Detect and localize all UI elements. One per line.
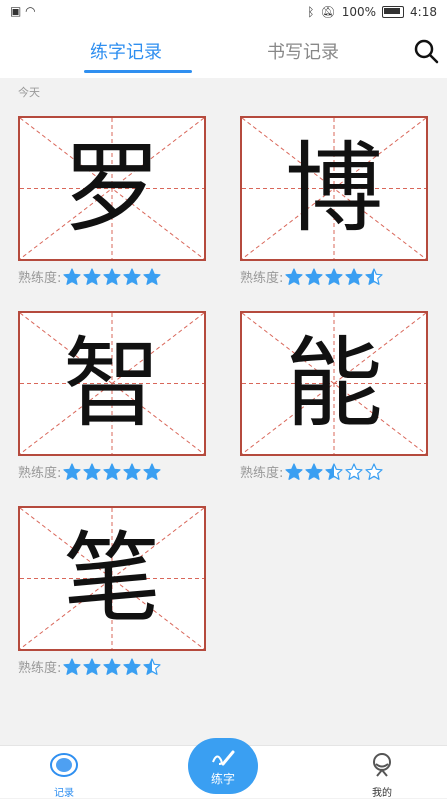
character-glyph: 智 — [62, 326, 161, 441]
notification-icon: ▣ — [10, 4, 22, 18]
practice-button-label: 练字 — [210, 772, 235, 786]
star-full-icon — [103, 267, 121, 285]
nav-records[interactable]: 记录 — [34, 752, 94, 799]
practice-button[interactable]: 练字 — [188, 738, 258, 794]
star-full-icon — [63, 462, 81, 480]
nav-me[interactable]: 我的 — [352, 752, 412, 799]
proficiency-row: 熟练度: — [18, 657, 161, 676]
star-full-icon — [305, 267, 323, 285]
star-full-icon — [83, 657, 101, 675]
battery-icon — [382, 6, 405, 18]
star-full-icon — [83, 462, 101, 480]
character-card[interactable]: 智 — [18, 311, 206, 456]
star-full-icon — [123, 462, 141, 480]
star-half-icon — [143, 657, 161, 675]
tab-writing-records[interactable]: 书写记录 — [267, 38, 339, 64]
star-empty-icon — [345, 462, 363, 480]
star-full-icon — [83, 267, 101, 285]
star-rating — [63, 657, 161, 676]
character-glyph: 罗 — [62, 131, 161, 246]
star-full-icon — [285, 462, 303, 480]
proficiency-label: 熟练度: — [240, 466, 284, 481]
search-icon[interactable] — [413, 38, 439, 64]
proficiency-row: 熟练度: — [240, 267, 383, 286]
character-card[interactable]: 博 — [240, 116, 428, 261]
battery-percent: 100% — [341, 5, 377, 19]
top-tab-bar: 练字记录 书写记录 — [0, 26, 447, 78]
character-glyph: 笔 — [62, 521, 161, 636]
star-rating — [285, 462, 383, 481]
bluetooth-icon: ᛒ — [307, 5, 315, 19]
status-left-icons: ▣ ◠ — [10, 4, 36, 18]
tab-active-indicator — [84, 70, 192, 73]
star-full-icon — [103, 657, 121, 675]
character-glyph: 博 — [284, 131, 383, 246]
clock: 4:18 — [410, 5, 437, 19]
star-half-icon — [325, 462, 343, 480]
star-full-icon — [63, 267, 81, 285]
proficiency-label: 熟练度: — [18, 271, 62, 286]
star-full-icon — [143, 267, 161, 285]
star-full-icon — [63, 657, 81, 675]
section-date-label: 今天 — [18, 86, 40, 99]
star-empty-icon — [365, 462, 383, 480]
character-card[interactable]: 罗 — [18, 116, 206, 261]
proficiency-row: 熟练度: — [18, 462, 161, 481]
star-full-icon — [143, 462, 161, 480]
star-full-icon — [345, 267, 363, 285]
star-full-icon — [103, 462, 121, 480]
wifi-icon: ◠ — [25, 4, 36, 18]
star-rating — [285, 267, 383, 286]
user-icon — [373, 753, 391, 777]
status-right: ᛒ 🔕︎ 100% 4:18 — [307, 5, 437, 19]
character-card[interactable]: 笔 — [18, 506, 206, 651]
star-rating — [63, 267, 161, 286]
star-rating — [63, 462, 161, 481]
star-full-icon — [305, 462, 323, 480]
proficiency-label: 熟练度: — [240, 271, 284, 286]
status-bar: ▣ ◠ ᛒ 🔕︎ 100% 4:18 — [0, 0, 447, 26]
character-glyph: 能 — [284, 326, 383, 441]
star-full-icon — [123, 267, 141, 285]
tab-practice-records[interactable]: 练字记录 — [90, 38, 162, 64]
star-half-icon — [365, 267, 383, 285]
proficiency-row: 熟练度: — [240, 462, 383, 481]
proficiency-label: 熟练度: — [18, 661, 62, 676]
star-full-icon — [285, 267, 303, 285]
proficiency-label: 熟练度: — [18, 466, 62, 481]
character-card[interactable]: 能 — [240, 311, 428, 456]
star-full-icon — [325, 267, 343, 285]
mute-icon: 🔕︎ — [320, 5, 336, 19]
records-icon — [50, 753, 78, 777]
proficiency-row: 熟练度: — [18, 267, 161, 286]
star-full-icon — [123, 657, 141, 675]
